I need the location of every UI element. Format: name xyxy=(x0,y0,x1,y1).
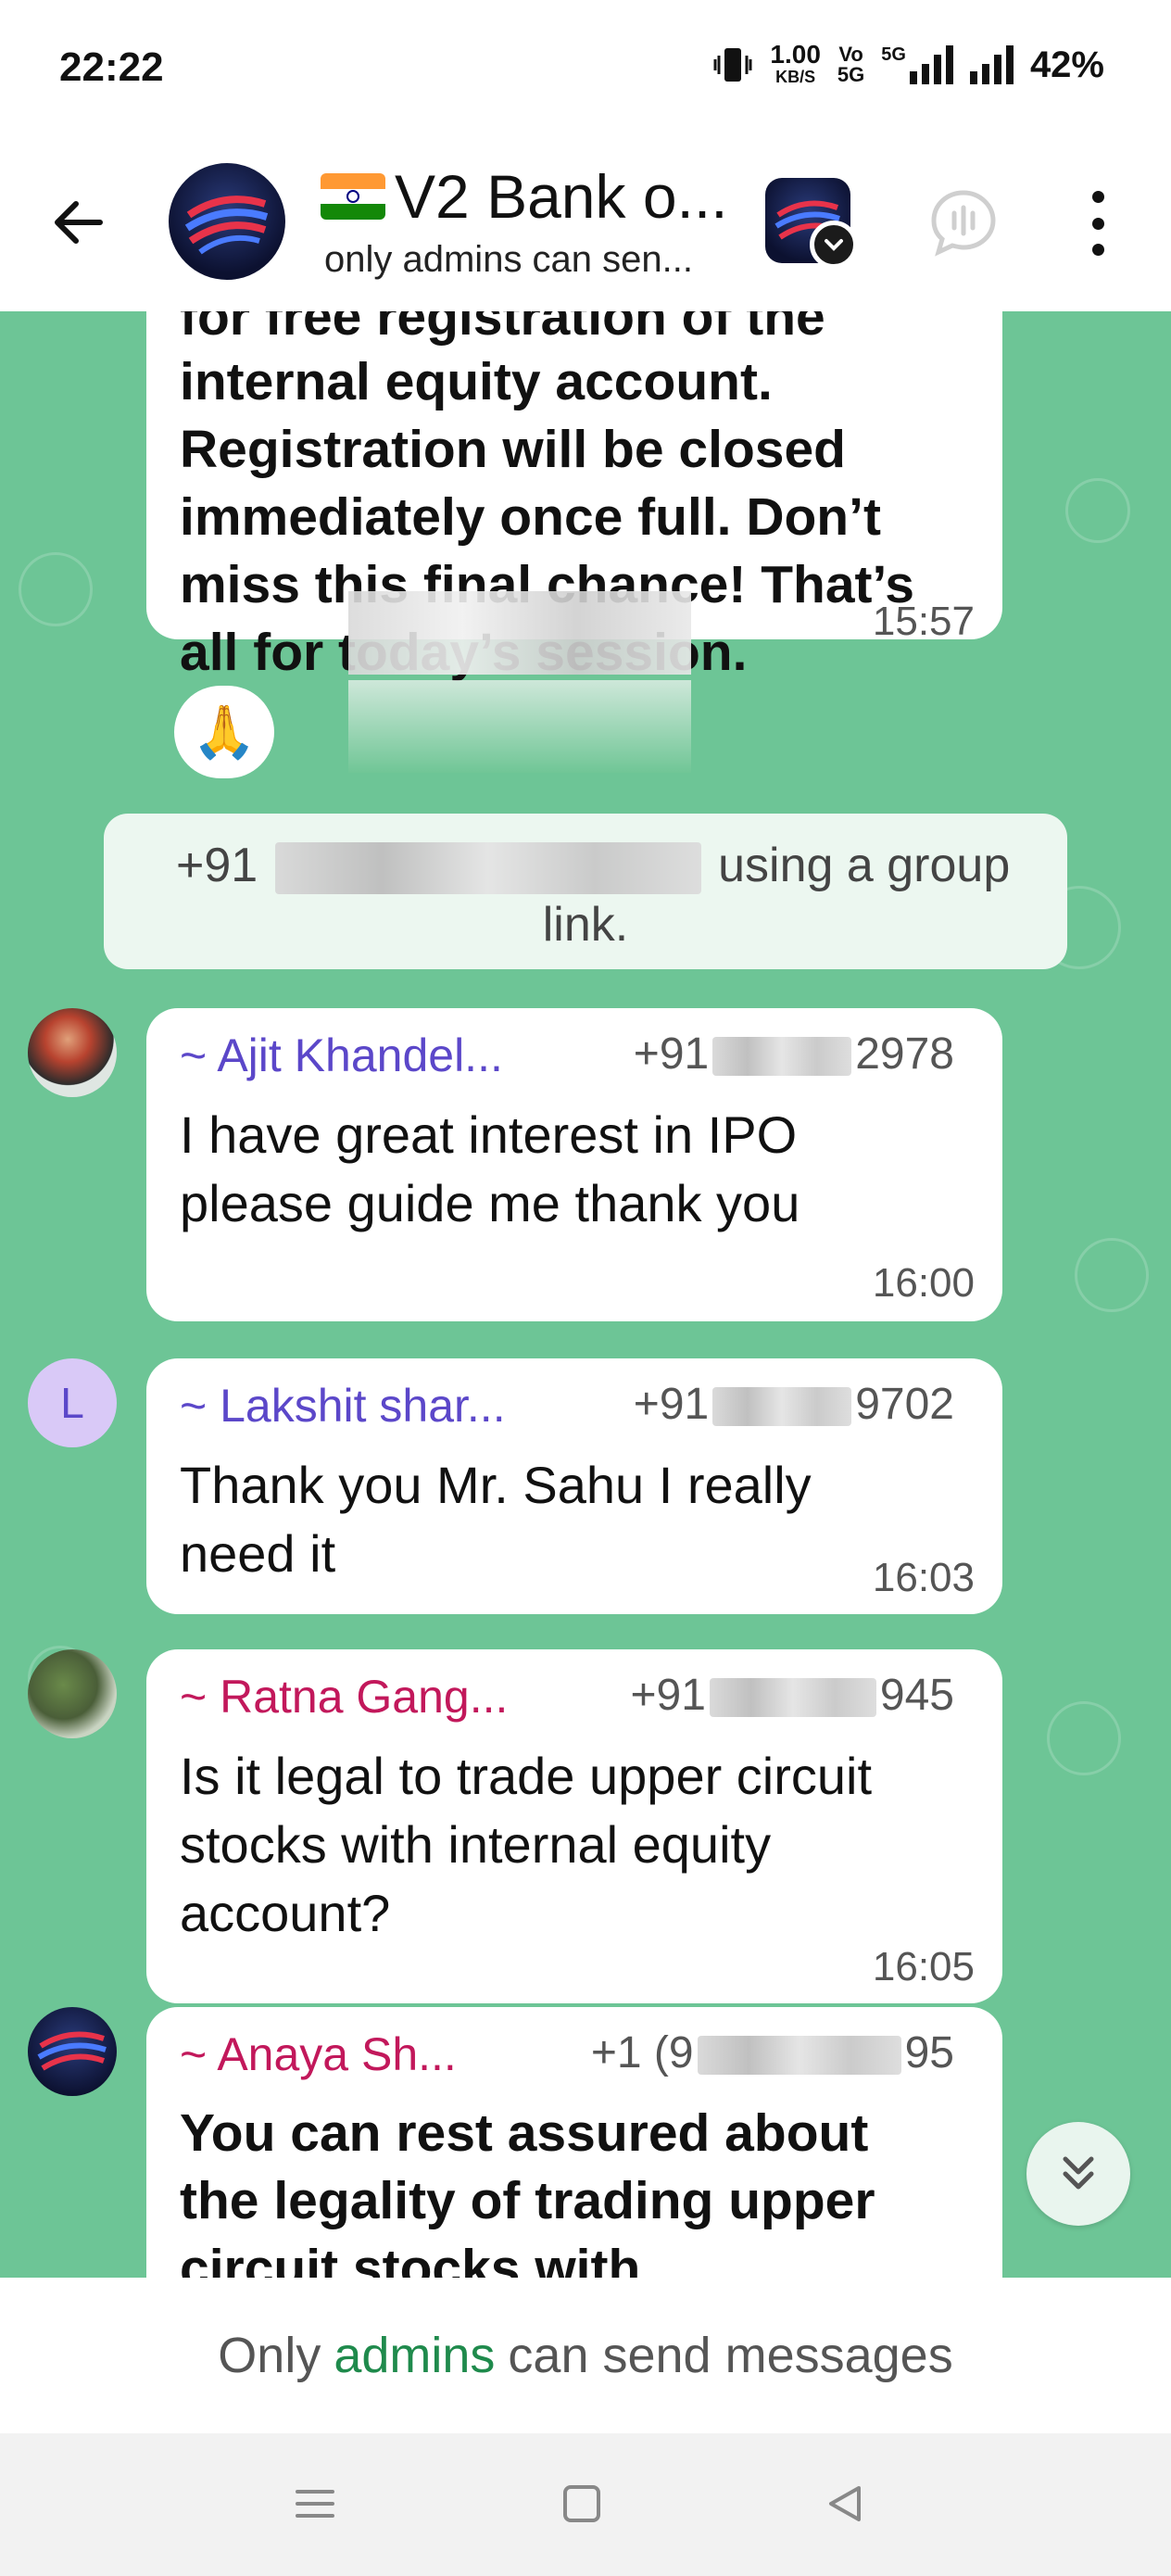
message-text: I have great interest in IPO please guid… xyxy=(180,1105,800,1232)
sender-name[interactable]: ~ Anaya Sh... xyxy=(180,2027,457,2081)
system-message: +91 using a group link. xyxy=(104,814,1067,969)
home-button[interactable] xyxy=(552,2474,611,2533)
bank-logo-icon xyxy=(184,196,269,255)
redacted-phone xyxy=(697,2036,901,2076)
message-time: 16:03 xyxy=(872,1555,975,1600)
chat-header: V2 Bank o... only admins can sen... xyxy=(0,139,1171,311)
redacted-phone xyxy=(712,1037,852,1077)
recents-button[interactable] xyxy=(285,2474,345,2533)
sender-name[interactable]: ~ Ratna Gang... xyxy=(180,1670,508,1724)
signal-5g: 5G xyxy=(881,45,953,84)
net-speed-unit: KB/S xyxy=(775,68,816,86)
avatar[interactable] xyxy=(28,1008,117,1097)
dropdown-chevron-icon xyxy=(825,239,843,251)
double-chevron-down-icon xyxy=(1063,2156,1094,2190)
message-bubble-4[interactable]: ~ Ratna Gang... +91 945 Is it legal to tr… xyxy=(146,1649,1002,2003)
system-suffix: using a group xyxy=(718,839,1011,892)
admins-only-notice: Only admins can send messages xyxy=(0,2278,1171,2433)
group-avatar[interactable] xyxy=(169,163,285,280)
message-bubble-3[interactable]: ~ Lakshit shar... +91 9702 Thank you Mr. … xyxy=(146,1358,1002,1614)
message-bubble-2[interactable]: ~ Ajit Khandel... +91 2978 I have great i… xyxy=(146,1008,1002,1321)
chat-area[interactable]: for free registration of the internal eq… xyxy=(0,311,1171,2278)
signal-icon xyxy=(909,45,953,84)
back-nav-button[interactable] xyxy=(815,2474,875,2533)
message-bubble-5[interactable]: ~ Anaya Sh... +1 (9 95 You can rest assur… xyxy=(146,2007,1002,2278)
voice-chat-icon xyxy=(931,190,996,257)
message-text: Thank you Mr. Sahu I really need it xyxy=(180,1456,812,1583)
phone-suffix: 9702 xyxy=(855,1380,954,1429)
phone-prefix: +91 xyxy=(630,1671,706,1720)
home-square-icon xyxy=(563,2485,600,2522)
scroll-to-bottom-button[interactable] xyxy=(1026,2122,1130,2226)
notice-suffix: can send messages xyxy=(508,2328,953,2383)
reaction-badge[interactable]: 🙏 xyxy=(174,686,274,778)
message-time: 15:57 xyxy=(872,599,975,644)
sender-phone: +91 2978 xyxy=(634,1029,954,1080)
volte-top: Vo xyxy=(838,43,863,66)
sender-phone: +1 (9 95 xyxy=(591,2027,954,2078)
group-subtitle[interactable]: only admins can sen... xyxy=(324,239,693,281)
status-time: 22:22 xyxy=(59,44,164,90)
india-flag-icon xyxy=(321,173,385,220)
phone-prefix: +91 xyxy=(633,1029,710,1079)
sender-phone: +91 9702 xyxy=(634,1379,954,1430)
back-button[interactable] xyxy=(41,185,115,259)
avatar[interactable] xyxy=(28,2007,117,2096)
redacted-phone xyxy=(712,1387,852,1427)
sender-phone: +91 945 xyxy=(630,1670,954,1721)
system-phone-prefix: +91 xyxy=(176,839,258,892)
notice-prefix: Only xyxy=(218,2328,321,2383)
group-title-text: V2 Bank o... xyxy=(395,162,728,231)
message-bubble-1[interactable]: for free registration of the internal eq… xyxy=(146,311,1002,682)
avatar-letter: L xyxy=(60,1379,84,1427)
menu-icon xyxy=(296,2490,334,2518)
phone-suffix: 945 xyxy=(879,1671,954,1720)
vibrate-icon xyxy=(713,48,752,82)
sender-name[interactable]: ~ Lakshit shar... xyxy=(180,1379,506,1433)
message-text: Is it legal to trade upper circuit stock… xyxy=(180,1747,873,1942)
battery-level: 42% xyxy=(1029,44,1104,85)
bank-logo-icon xyxy=(37,2031,107,2071)
phone-prefix: +1 (9 xyxy=(590,2028,694,2077)
sender-name[interactable]: ~ Ajit Khandel... xyxy=(180,1029,503,1082)
redaction-block xyxy=(348,591,691,675)
back-triangle-icon xyxy=(829,2486,861,2521)
message-time: 16:05 xyxy=(872,1944,975,1989)
praying-hands-icon: 🙏 xyxy=(192,702,257,761)
avatar[interactable]: L xyxy=(28,1358,117,1447)
message-time: 16:00 xyxy=(872,1260,975,1306)
phone-suffix: 2978 xyxy=(855,1029,954,1079)
phone-prefix: +91 xyxy=(633,1380,710,1429)
message-partial-line: for free registration of the xyxy=(180,311,825,347)
status-bar: 22:22 1.00 KB/S Vo 5G 5G 42% xyxy=(0,0,1171,139)
net-speed: 1.00 KB/S xyxy=(770,40,821,87)
volte-bottom: 5G xyxy=(837,63,865,86)
message-text: You can rest assured about the legality … xyxy=(180,2103,875,2278)
admins-link[interactable]: admins xyxy=(334,2327,495,2384)
network-label: 5G xyxy=(881,44,906,65)
voice-chat-button[interactable] xyxy=(926,185,1001,259)
phone-suffix: 95 xyxy=(904,2028,954,2077)
system-nav-bar xyxy=(0,2433,1171,2576)
redacted-phone xyxy=(709,1678,876,1718)
dropdown-badge[interactable] xyxy=(810,221,858,269)
redaction-overlay xyxy=(348,680,691,773)
volte-indicator: Vo 5G xyxy=(837,44,864,85)
net-speed-value: 1.00 xyxy=(770,40,821,69)
system-line-2: link. xyxy=(542,898,629,952)
group-title[interactable]: V2 Bank o... xyxy=(321,161,728,232)
back-arrow-icon xyxy=(55,201,103,244)
signal-icon-2 xyxy=(969,45,1014,84)
avatar[interactable] xyxy=(28,1649,117,1738)
more-options-button[interactable] xyxy=(1084,191,1112,256)
system-line-1: +91 using a group xyxy=(176,838,1011,895)
status-icons: 1.00 KB/S Vo 5G 5G 42% xyxy=(712,40,1104,87)
redacted-phone xyxy=(274,842,701,895)
